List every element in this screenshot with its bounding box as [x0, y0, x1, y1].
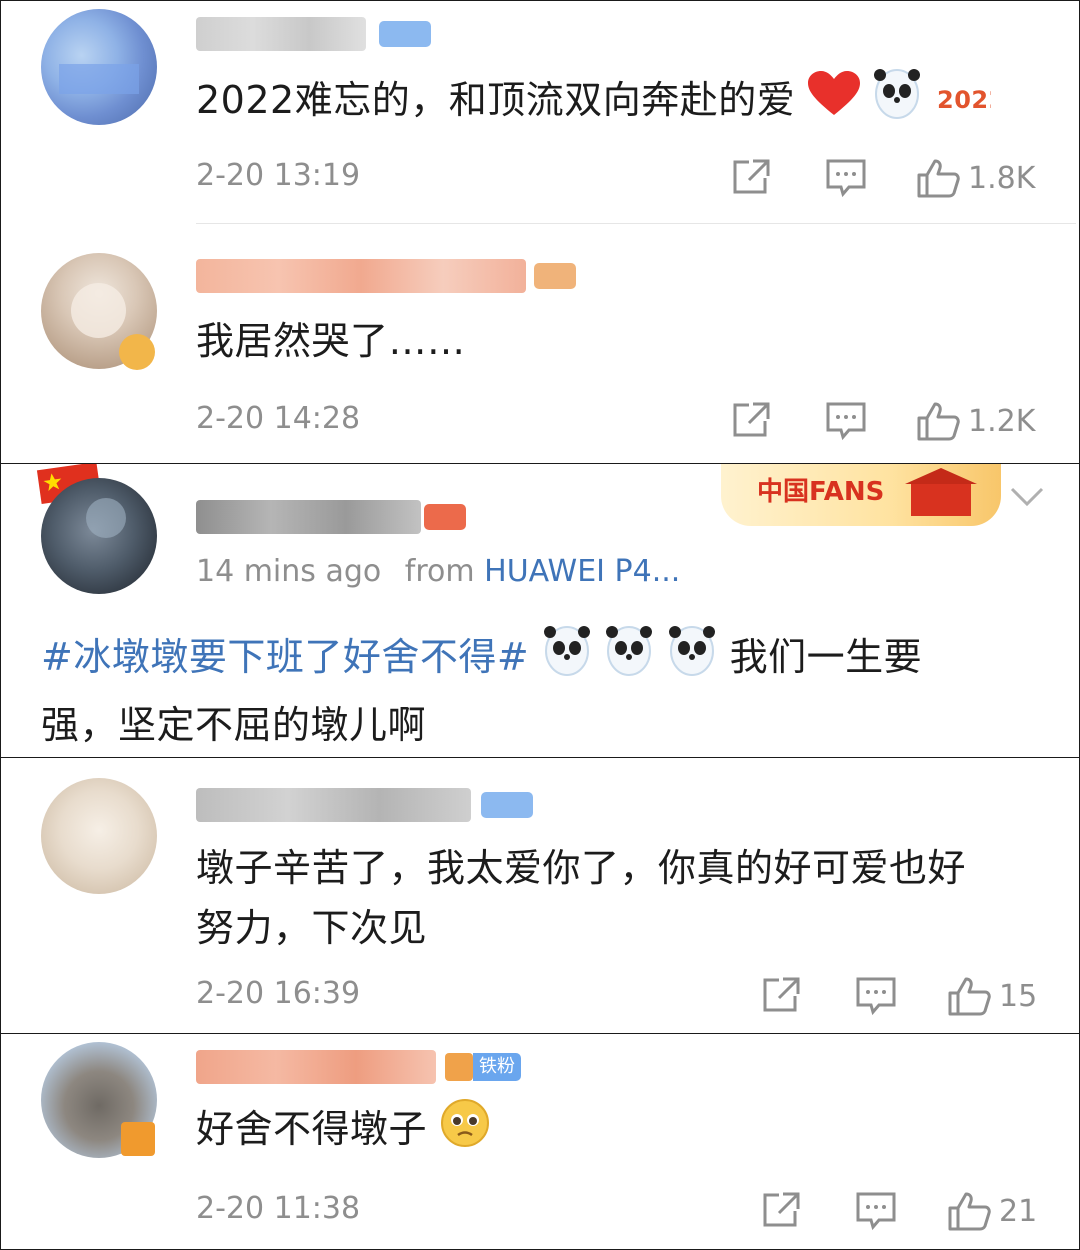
comment-icon [825, 158, 867, 198]
username-blurred[interactable] [196, 17, 366, 51]
share-icon [731, 401, 771, 439]
thumbs-up-icon [916, 401, 960, 441]
comment-icon [855, 976, 897, 1016]
comment-card-1: 2022难忘的，和顶流双向奔赴的爱 2022 2-20 13:19 1.8K [0, 0, 1080, 465]
share-button[interactable] [731, 158, 771, 196]
vip-badge-icon [119, 334, 155, 370]
reply-button[interactable] [825, 401, 867, 441]
china-fans-badge-icon: 中国FANS [721, 464, 1001, 526]
hashtag-link[interactable]: #冰墩墩要下班了好舍不得# [41, 635, 529, 679]
share-icon [731, 158, 771, 196]
member-badge [424, 504, 466, 530]
post-text-line1-tail: 我们一生要 [729, 635, 923, 679]
like-button[interactable]: 1.8K [916, 158, 1035, 198]
like-count: 1.2K [968, 403, 1036, 439]
username-blurred[interactable] [196, 788, 471, 822]
share-icon [761, 976, 801, 1014]
comment-card-3: 铁粉 好舍不得墩子 2-20 11:38 21 [0, 1033, 1080, 1250]
comment-text: 好舍不得墩子 [196, 1098, 490, 1165]
comment-time: 2-20 13:19 [196, 158, 361, 193]
avatar[interactable] [41, 9, 157, 125]
like-button[interactable]: 15 [947, 976, 1037, 1016]
avatar[interactable] [41, 778, 157, 894]
chevron-down-icon[interactable] [1009, 486, 1045, 512]
bing-dwen-dwen-icon [542, 624, 592, 695]
comment-text: 墩子辛苦了，我太爱你了，你真的好可爱也好 努力，下次见 [196, 846, 967, 950]
like-count: 1.8K [968, 160, 1036, 196]
comment-text: 2022难忘的，和顶流双向奔赴的爱 2022 [196, 67, 1005, 138]
comment-time: 2-20 14:28 [196, 401, 361, 436]
share-button[interactable] [761, 976, 801, 1014]
fan-badge-label: 铁粉 [473, 1053, 521, 1081]
post-from-label: from [404, 554, 475, 589]
comment-card-2: 墩子辛苦了，我太爱你了，你真的好可爱也好 努力，下次见 2-20 16:39 1… [0, 757, 1080, 1035]
bing-dwen-dwen-icon [667, 624, 717, 695]
post-text-line2: 强，坚定不屈的墩儿啊 [41, 703, 427, 747]
post-card: 14 mins ago from HUAWEI P4... 中国FANS #冰墩… [0, 463, 1080, 759]
like-button[interactable]: 1.2K [916, 401, 1035, 441]
member-badge [534, 263, 576, 289]
avatar[interactable] [41, 478, 157, 594]
share-button[interactable] [731, 401, 771, 439]
reply-button[interactable] [855, 1191, 897, 1231]
svg-text:中国FANS: 中国FANS [757, 477, 884, 507]
username-blurred[interactable] [196, 500, 421, 534]
post-text: #冰墩墩要下班了好舍不得# 我们一生要 强，坚定不屈的墩儿啊 [41, 624, 1041, 755]
post-device-link[interactable]: HUAWEI P4... [484, 554, 680, 589]
comment-time: 2-20 16:39 [196, 976, 361, 1011]
bing-dwen-dwen-icon [872, 67, 922, 138]
post-meta: 14 mins ago from HUAWEI P4... [196, 554, 680, 589]
like-button[interactable]: 21 [947, 1191, 1037, 1231]
svg-text:2022: 2022 [937, 86, 991, 114]
thumbs-up-icon [916, 158, 960, 198]
thumbs-up-icon [947, 976, 991, 1016]
post-time: 14 mins ago [196, 554, 382, 589]
vip-badge-icon [121, 1122, 155, 1156]
comment-icon [855, 1191, 897, 1231]
username-blurred[interactable] [196, 259, 526, 293]
reply-button[interactable] [855, 976, 897, 1016]
share-icon [761, 1191, 801, 1229]
like-count: 21 [999, 1193, 1038, 1229]
comment-text: 我居然哭了…… [196, 319, 466, 363]
divider [196, 223, 1076, 224]
pleading-face-icon [440, 1098, 490, 1165]
comment-time: 2-20 11:38 [196, 1191, 361, 1226]
fan-badge-icon [445, 1053, 473, 1081]
2022-sticker-icon: 2022 [935, 73, 1005, 133]
reply-button[interactable] [825, 158, 867, 198]
share-button[interactable] [761, 1191, 801, 1229]
bing-dwen-dwen-icon [604, 624, 654, 695]
fan-badge: 铁粉 [445, 1052, 521, 1082]
like-count: 15 [999, 978, 1038, 1014]
comment-icon [825, 401, 867, 441]
member-badge [379, 21, 431, 47]
heart-icon [807, 71, 860, 134]
username-blurred[interactable] [196, 1050, 436, 1084]
thumbs-up-icon [947, 1191, 991, 1231]
member-badge [481, 792, 533, 818]
